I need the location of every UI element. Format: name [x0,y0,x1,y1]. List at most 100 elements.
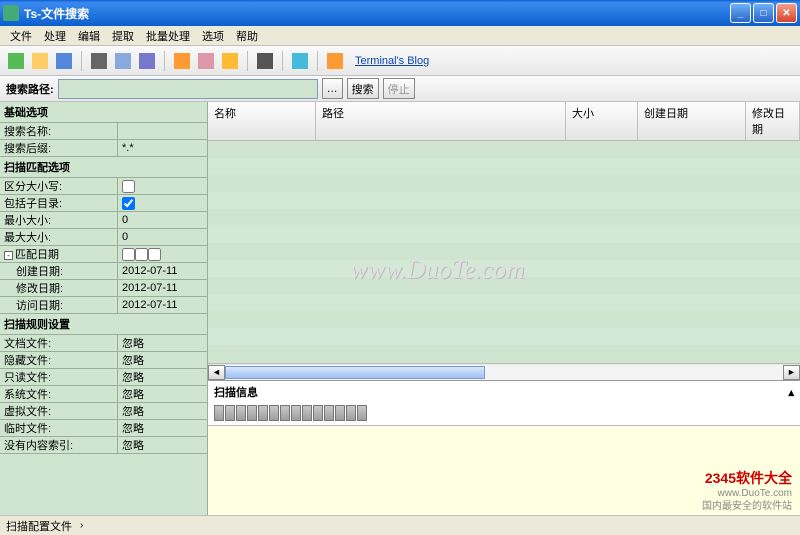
stop-button[interactable]: 停止 [383,78,415,99]
modifydate-value[interactable]: 2012-07-11 [118,282,207,294]
minsize-label: 最小大小: [0,212,118,228]
hidden-label: 隐藏文件: [0,352,118,368]
search-path-label: 搜索路径: [6,81,54,97]
tb-home-button[interactable] [325,51,345,71]
accessdate-row: 访问日期:2012-07-11 [0,297,207,314]
separator [317,51,318,71]
tb-lock-button[interactable] [220,51,240,71]
case-label: 区分大小写: [0,178,118,194]
maxsize-value[interactable]: 0 [118,231,207,243]
maxsize-row: 最大大小:0 [0,229,207,246]
terminal-blog-link[interactable]: Terminal's Blog [355,55,429,67]
tb-open-button[interactable] [30,51,50,71]
search-ext-value[interactable]: *.* [118,142,207,154]
scroll-thumb[interactable] [225,366,485,379]
case-checkbox[interactable] [122,180,135,193]
menu-process[interactable]: 处理 [38,26,72,46]
separator [81,51,82,71]
createdate-value[interactable]: 2012-07-11 [118,265,207,277]
matchdate-label: 匹配日期 [15,249,59,261]
matchdate-cb1[interactable] [122,248,135,261]
tb-bubble-button[interactable] [290,51,310,71]
readonly-value[interactable]: 忽略 [118,369,207,385]
docfile-value[interactable]: 忽略 [118,335,207,351]
status-text: 扫描配置文件 [6,518,72,534]
sheet-icon [115,53,131,69]
accessdate-label: 访问日期: [0,297,118,313]
open-icon [32,53,48,69]
tb-save-button[interactable] [54,51,74,71]
separator [282,51,283,71]
browse-button[interactable]: … [322,78,343,99]
temp-label: 临时文件: [0,420,118,436]
nocontent-value[interactable]: 忽略 [118,437,207,453]
scan-info-panel: 扫描信息▴ [208,380,800,515]
tb-edit-button[interactable] [196,51,216,71]
menu-edit[interactable]: 编辑 [72,26,106,46]
system-value[interactable]: 忽略 [118,386,207,402]
col-created[interactable]: 创建日期 [638,102,746,140]
col-size[interactable]: 大小 [566,102,638,140]
matchdate-cb2[interactable] [135,248,148,261]
grid-header: 名称 路径 大小 创建日期 修改日期 [208,102,800,141]
tb-pencil-button[interactable] [89,51,109,71]
modifydate-label: 修改日期: [0,280,118,296]
col-path[interactable]: 路径 [316,102,566,140]
home-icon [327,53,343,69]
maximize-button[interactable]: □ [753,3,774,23]
matchdate-row: -匹配日期 [0,246,207,263]
search-button[interactable]: 搜索 [347,78,379,99]
search-ext-row: 搜索后缀:*.* [0,140,207,157]
lock-icon [222,53,238,69]
virtual-value[interactable]: 忽略 [118,403,207,419]
col-name[interactable]: 名称 [208,102,316,140]
subdir-row: 包括子目录: [0,195,207,212]
matchdate-cb3[interactable] [148,248,161,261]
tb-doc-button[interactable] [172,51,192,71]
scroll-left-arrow[interactable]: ◄ [208,365,225,380]
minsize-value[interactable]: 0 [118,214,207,226]
menu-batch[interactable]: 批量处理 [140,26,196,46]
nocontent-label: 没有内容索引: [0,437,118,453]
separator [247,51,248,71]
menu-extract[interactable]: 提取 [106,26,140,46]
toolbar: Terminal's Blog [0,46,800,76]
scan-log [208,425,800,515]
subdir-checkbox[interactable] [122,197,135,210]
chat-icon [292,53,308,69]
tb-disk-button[interactable] [137,51,157,71]
tb-sheet-button[interactable] [113,51,133,71]
window-titlebar: Ts-文件搜索 _ □ ✕ [0,0,800,26]
search-name-row: 搜索名称: [0,123,207,140]
basic-options-header: 基础选项 [0,102,207,123]
col-modified[interactable]: 修改日期 [746,102,800,140]
menu-file[interactable]: 文件 [4,26,38,46]
scan-match-header: 扫描匹配选项 [0,157,207,178]
scroll-right-arrow[interactable]: ► [783,365,800,380]
menu-options[interactable]: 选项 [196,26,230,46]
pencil-icon [91,53,107,69]
minsize-row: 最小大小:0 [0,212,207,229]
horizontal-scrollbar[interactable]: ◄ ► [208,363,800,380]
hidden-value[interactable]: 忽略 [118,352,207,368]
accessdate-value[interactable]: 2012-07-11 [118,299,207,311]
collapse-icon[interactable]: ▴ [788,386,794,399]
system-label: 系统文件: [0,386,118,402]
disk-icon [139,53,155,69]
scroll-track[interactable] [225,365,783,380]
readonly-label: 只读文件: [0,369,118,385]
window-title: Ts-文件搜索 [24,5,730,22]
readonly-row: 只读文件:忽略 [0,369,207,386]
minimize-button[interactable]: _ [730,3,751,23]
search-path-input[interactable] [58,79,318,99]
temp-value[interactable]: 忽略 [118,420,207,436]
createdate-row: 创建日期:2012-07-11 [0,263,207,280]
close-button[interactable]: ✕ [776,3,797,23]
tb-new-button[interactable] [6,51,26,71]
modifydate-row: 修改日期:2012-07-11 [0,280,207,297]
expand-icon [257,53,273,69]
tb-x-button[interactable] [255,51,275,71]
expand-icon[interactable]: - [4,251,13,260]
search-ext-label: 搜索后缀: [0,140,118,156]
menu-help[interactable]: 帮助 [230,26,264,46]
